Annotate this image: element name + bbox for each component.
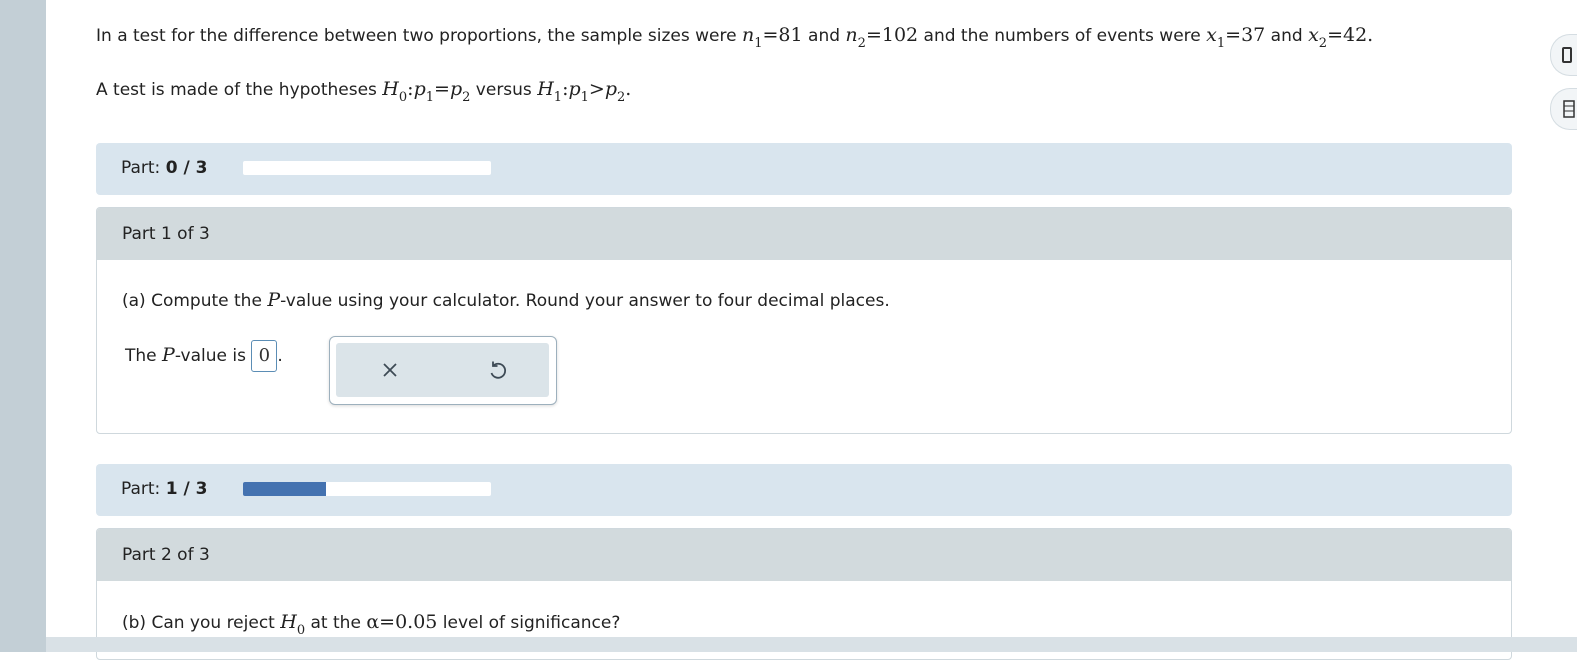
n2-subscript: 2 — [857, 36, 866, 51]
undo-icon — [490, 361, 507, 379]
question-text: (a) Compute the — [122, 291, 268, 311]
h0-subscript: 0 — [398, 90, 408, 105]
part-progress-bar: Part: 1 / 3 — [96, 464, 1512, 516]
p1-subscript: 1 — [580, 90, 589, 105]
x1-variable: x — [1206, 24, 1217, 46]
statement-text: In a test for the difference between two… — [96, 26, 742, 46]
problem-statement-line-1: In a test for the difference between two… — [96, 24, 1374, 51]
p-variable: P — [162, 344, 175, 366]
x2-value: =42. — [1327, 24, 1374, 46]
h1-subscript: 1 — [553, 90, 563, 105]
x2-subscript: 2 — [1318, 36, 1328, 51]
side-tool-button[interactable] — [1550, 34, 1577, 76]
x1-subscript: 1 — [1216, 36, 1226, 51]
progress-track — [243, 161, 491, 175]
statement-text: and — [1265, 26, 1309, 46]
part-2-question: (b) Can you reject H0 at the α=0.05 leve… — [122, 611, 621, 638]
answer-text: -value is — [174, 346, 252, 366]
answer-text: The — [125, 346, 163, 366]
part-2-title: Part 2 of 3 — [122, 545, 210, 565]
horizontal-scrollbar[interactable] — [46, 637, 1577, 652]
equals-symbol: = — [434, 78, 450, 100]
p2-subscript: 2 — [617, 90, 626, 105]
side-tool-button[interactable] — [1550, 88, 1577, 130]
p1-variable: p — [413, 78, 426, 100]
part-1-card: Part 1 of 3 (a) Compute the P-value usin… — [96, 207, 1512, 434]
progress-track — [243, 482, 491, 496]
p1-subscript: 1 — [425, 90, 435, 105]
answer-tools-popup — [329, 336, 557, 405]
h0-variable: H — [382, 78, 399, 100]
answer-tools-panel — [336, 343, 549, 397]
calculator-icon — [1562, 47, 1572, 63]
p-variable: P — [267, 289, 281, 311]
statement-text: versus — [470, 80, 538, 100]
question-text: -value using your calculator. Round your… — [280, 291, 890, 311]
greater-than-symbol: > — [588, 78, 605, 100]
n1-value: =81 — [762, 24, 803, 46]
question-text: at the — [305, 613, 367, 633]
h-variable: H — [280, 611, 297, 633]
close-icon — [383, 363, 397, 377]
h1-variable: H — [537, 78, 554, 100]
problem-statement-line-2: A test is made of the hypotheses H0:p1=p… — [96, 78, 632, 105]
question-text: level of significance? — [437, 613, 621, 633]
part-label-text: Part: — [121, 158, 166, 178]
p2-variable: p — [449, 78, 463, 100]
part-progress-bar: Part: 0 / 3 — [96, 143, 1512, 195]
n2-variable: n — [845, 24, 858, 46]
part-progress-value: 0 / 3 — [165, 158, 208, 178]
alpha-value: α=0.05 — [366, 611, 438, 633]
left-rail — [0, 0, 46, 652]
part-1-answer-line: The P-value is 0. — [125, 340, 283, 372]
statement-text: A test is made of the hypotheses — [96, 80, 383, 100]
part-label-text: Part: — [121, 479, 166, 499]
p1-variable: p — [568, 78, 581, 100]
question-text: (b) Can you reject — [122, 613, 281, 633]
p2-subscript: 2 — [462, 90, 471, 105]
clear-button[interactable] — [375, 355, 405, 385]
part-progress-label: Part: 0 / 3 — [121, 158, 207, 178]
statement-text: and — [802, 26, 846, 46]
part-1-title: Part 1 of 3 — [122, 224, 210, 244]
x2-variable: x — [1308, 24, 1319, 46]
progress-fill — [243, 482, 326, 496]
part-progress-value: 1 / 3 — [165, 479, 208, 499]
period: . — [625, 78, 632, 100]
data-table-icon — [1563, 100, 1575, 118]
part-progress-label: Part: 1 / 3 — [121, 479, 207, 499]
x1-value: =37 — [1225, 24, 1266, 46]
period: . — [277, 346, 283, 366]
p2-variable: p — [604, 78, 618, 100]
part-1-question: (a) Compute the P-value using your calcu… — [122, 289, 890, 311]
h-subscript: 0 — [296, 623, 306, 638]
n1-subscript: 1 — [754, 36, 763, 51]
part-1-header: Part 1 of 3 — [97, 208, 1511, 260]
part-2-header: Part 2 of 3 — [97, 529, 1511, 581]
p-value-input[interactable]: 0 — [251, 340, 278, 372]
n1-variable: n — [741, 24, 755, 46]
undo-button[interactable] — [482, 355, 512, 385]
statement-text: and the numbers of events were — [918, 26, 1207, 46]
n2-value: =102 — [865, 24, 919, 46]
